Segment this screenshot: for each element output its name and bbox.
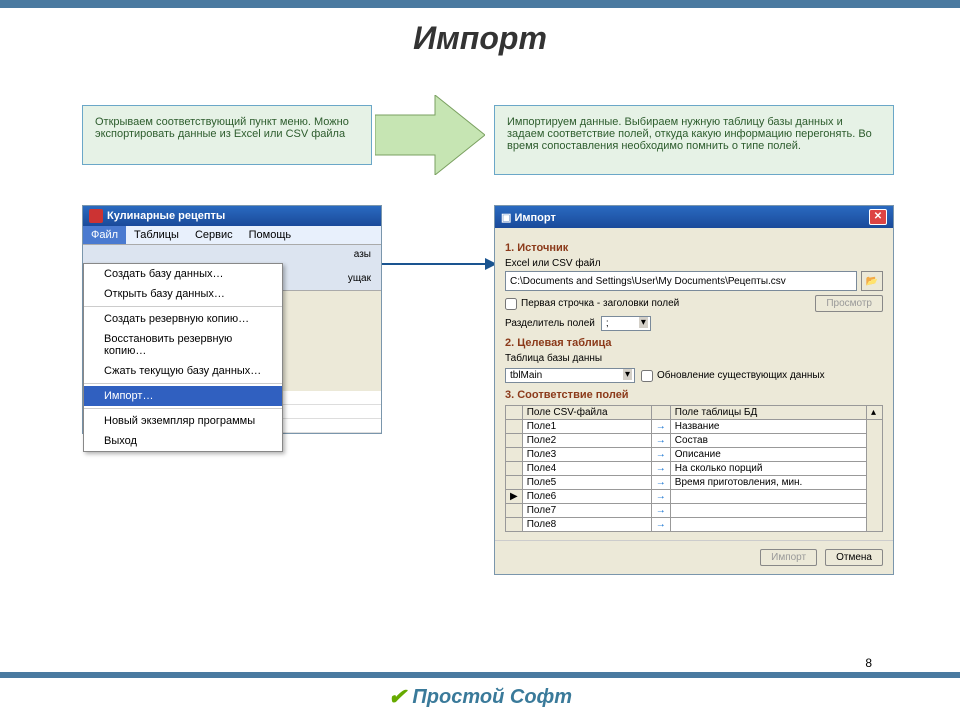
close-button[interactable]: ✕ <box>869 209 887 225</box>
arrow-big-icon <box>375 95 485 175</box>
footer-bar <box>0 672 960 678</box>
app-recipes-window: Кулинарные рецепты Файл Таблицы Сервис П… <box>82 205 382 434</box>
separator <box>84 383 282 384</box>
dialog-body: 1. Источник Excel или CSV файл 📂 Первая … <box>495 228 893 540</box>
check-icon: ✔ <box>388 684 406 710</box>
import-button[interactable]: Импорт <box>760 549 817 566</box>
app-title-text: Кулинарные рецепты <box>107 210 225 222</box>
menu-create-db[interactable]: Создать базу данных… <box>84 264 282 284</box>
menu-tables[interactable]: Таблицы <box>126 226 187 244</box>
field-mapping-table: Поле CSV-файла Поле таблицы БД ▴ Поле1→Н… <box>505 405 883 532</box>
table-row[interactable]: Поле4→На сколько порций <box>506 462 883 476</box>
table-row[interactable]: Поле1→Название <box>506 420 883 434</box>
delimiter-select[interactable]: ; <box>601 316 651 331</box>
update-existing-checkbox[interactable]: Обновление существующих данных <box>641 370 825 382</box>
menu-compress[interactable]: Сжать текущую базу данных… <box>84 361 282 381</box>
menu-open-db[interactable]: Открыть базу данных… <box>84 284 282 304</box>
toolbar-fragment-2: ущак <box>348 273 371 284</box>
dialog-titlebar: ▣ Импорт ✕ <box>495 206 893 228</box>
table-row[interactable]: Поле7→ <box>506 504 883 518</box>
page-title: Импорт <box>0 20 960 57</box>
file-label: Excel или CSV файл <box>505 258 883 269</box>
file-dropdown: Создать базу данных… Открыть базу данных… <box>83 263 283 452</box>
table-row[interactable]: Поле2→Состав <box>506 434 883 448</box>
menubar: Файл Таблицы Сервис Помощь Создать базу … <box>83 226 381 245</box>
separator <box>84 408 282 409</box>
scrollbar[interactable] <box>867 420 883 532</box>
footer: ✔ Простой Софт <box>0 672 960 720</box>
section-mapping: 3. Соответствие полей <box>505 389 883 401</box>
menu-exit[interactable]: Выход <box>84 431 282 451</box>
separator <box>84 306 282 307</box>
section-source: 1. Источник <box>505 242 883 254</box>
toolbar-fragment-1: азы <box>354 249 371 260</box>
table-label: Таблица базы данны <box>505 353 883 364</box>
menu-new-instance[interactable]: Новый экземпляр программы <box>84 411 282 431</box>
delimiter-label: Разделитель полей <box>505 318 595 329</box>
dialog-icon: ▣ <box>501 212 511 224</box>
cancel-button[interactable]: Отмена <box>825 549 883 566</box>
app-icon <box>89 209 103 223</box>
import-dialog: ▣ Импорт ✕ 1. Источник Excel или CSV фай… <box>494 205 894 575</box>
rowmark-header <box>506 406 523 420</box>
dialog-buttons: Импорт Отмена <box>495 540 893 574</box>
menu-restore[interactable]: Восстановить резервную копию… <box>84 329 282 361</box>
menu-help[interactable]: Помощь <box>241 226 300 244</box>
first-row-headers-checkbox[interactable]: Первая строчка - заголовки полей <box>505 298 679 310</box>
brand-logo: ✔ Простой Софт <box>0 684 960 710</box>
table-row[interactable]: Поле8→ <box>506 518 883 532</box>
tip-left: Открываем соответствующий пункт меню. Мо… <box>82 105 372 165</box>
menu-import[interactable]: Импорт… <box>84 386 282 406</box>
table-row[interactable]: ▶Поле6→ <box>506 490 883 504</box>
preview-button[interactable]: Просмотр <box>815 295 883 312</box>
file-path-input[interactable] <box>505 271 857 291</box>
app-recipes-titlebar: Кулинарные рецепты <box>83 206 381 226</box>
top-bar <box>0 0 960 8</box>
table-row[interactable]: Поле5→Время приготовления, мин. <box>506 476 883 490</box>
menu-file[interactable]: Файл <box>83 226 126 244</box>
table-row[interactable]: Поле3→Описание <box>506 448 883 462</box>
table-select[interactable]: tblMain <box>505 368 635 383</box>
dialog-title-text: Импорт <box>514 212 555 224</box>
menu-service[interactable]: Сервис <box>187 226 241 244</box>
section-target: 2. Целевая таблица <box>505 337 883 349</box>
db-column-header: Поле таблицы БД <box>670 406 866 420</box>
arrow-header <box>651 406 670 420</box>
csv-column-header: Поле CSV-файла <box>522 406 651 420</box>
tip-right: Импортируем данные. Выбираем нужную табл… <box>494 105 894 175</box>
scroll-up-icon[interactable]: ▴ <box>867 406 883 420</box>
browse-button[interactable]: 📂 <box>861 271 883 291</box>
page-number: 8 <box>865 656 872 670</box>
menu-backup[interactable]: Создать резервную копию… <box>84 309 282 329</box>
brand-text: Простой Софт <box>412 686 572 709</box>
